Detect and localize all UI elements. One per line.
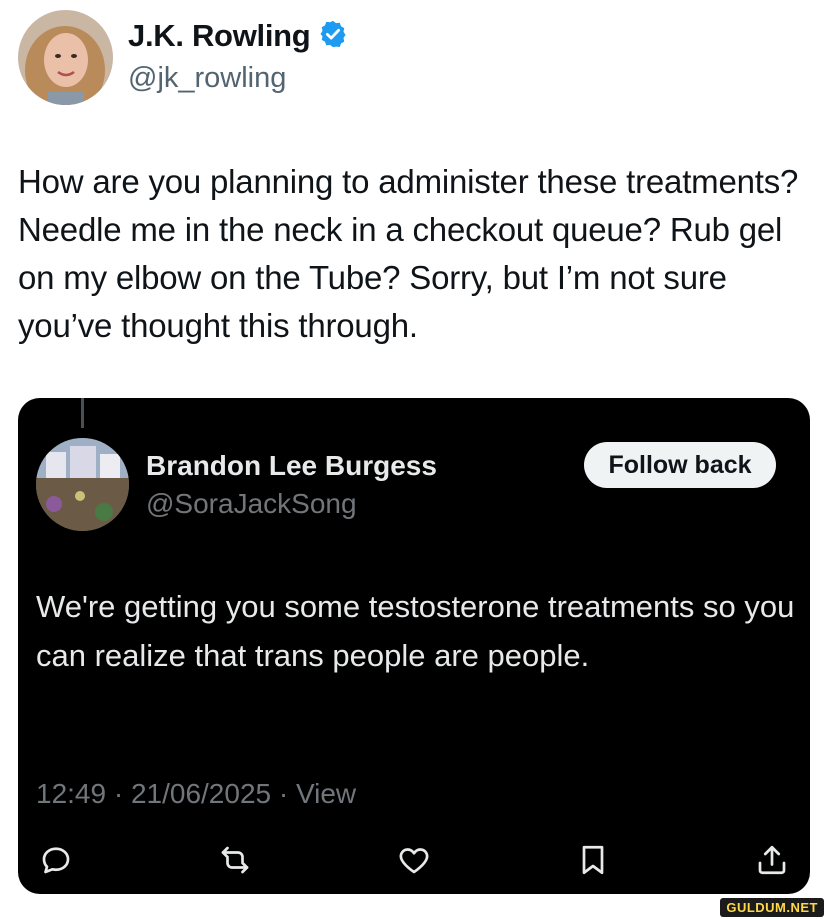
reply-icon[interactable] [36,840,76,880]
action-bar [36,838,792,882]
verified-badge-icon [318,19,348,54]
bookmark-icon[interactable] [573,840,613,880]
retweet-icon[interactable] [215,840,255,880]
share-icon[interactable] [752,840,792,880]
follow-back-button[interactable]: Follow back [584,442,776,488]
quoted-author-handle[interactable]: @SoraJackSong [146,488,357,520]
author-avatar[interactable] [18,10,113,105]
tweet-text: How are you planning to administer these… [18,163,799,344]
quoted-author-avatar[interactable] [36,438,129,531]
tweet-meta[interactable]: 12:49 · 21/06/2025 · View [36,778,356,810]
site-watermark: GULDUM.NET [720,898,824,917]
author-name[interactable]: J.K. Rowling [128,18,311,54]
like-icon[interactable] [394,840,434,880]
thread-line [81,398,84,428]
quoted-tweet-text: We're getting you some testosterone trea… [36,589,795,673]
quoted-tweet-card[interactable]: Brandon Lee Burgess @SoraJackSong Follow… [18,398,810,894]
quoted-author-name[interactable]: Brandon Lee Burgess [146,450,437,482]
author-handle[interactable]: @jk_rowling [128,62,286,95]
